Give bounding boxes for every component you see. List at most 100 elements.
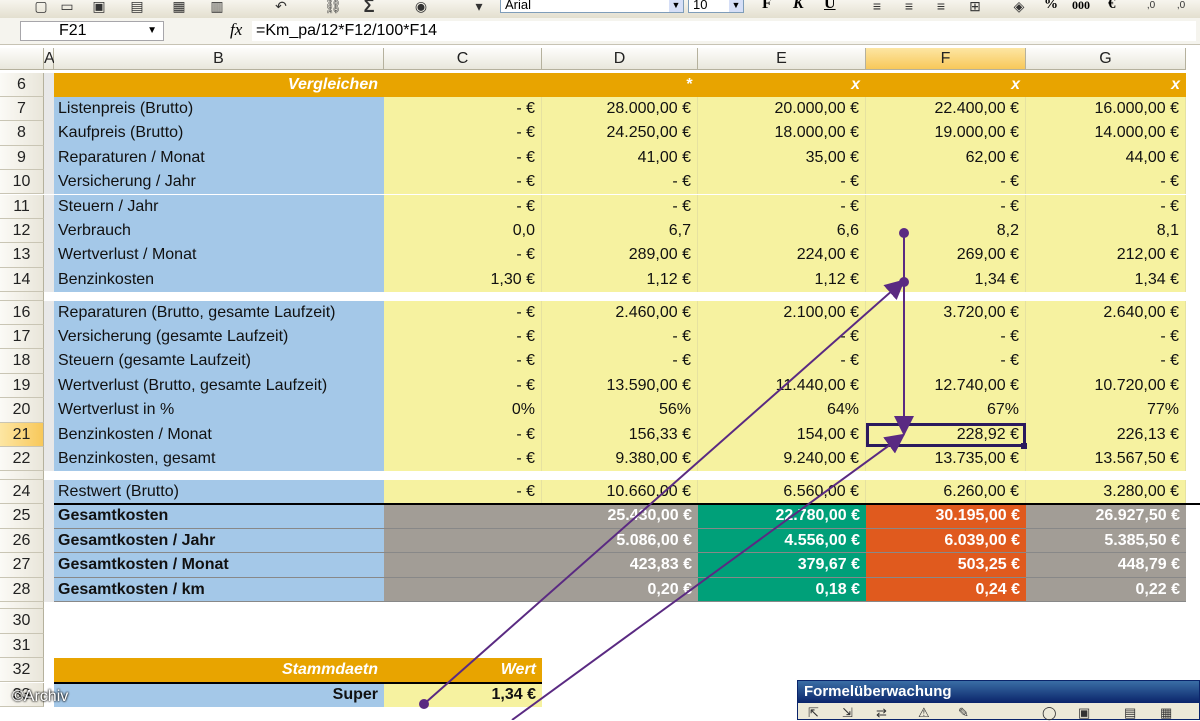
- insert-function-icon[interactable]: fx: [230, 20, 242, 40]
- font-name-select[interactable]: Arial ▼: [500, 0, 684, 13]
- cell-g19[interactable]: 10.720,00 €: [1026, 373, 1186, 399]
- cell-g6[interactable]: x: [1026, 72, 1186, 97]
- cell-b26[interactable]: Gesamtkosten / Jahr: [54, 528, 384, 554]
- cell-e26[interactable]: 4.556,00 €: [698, 528, 866, 554]
- cell-a16[interactable]: [44, 300, 54, 326]
- cell-e10[interactable]: - €: [698, 170, 866, 195]
- row-header[interactable]: 27: [0, 553, 44, 578]
- cell-f26[interactable]: 6.039,00 €: [866, 528, 1026, 554]
- cell-b17[interactable]: Versicherung (gesamte Laufzeit): [54, 325, 384, 350]
- row-header[interactable]: 13: [0, 243, 44, 268]
- chevron-down-icon[interactable]: ▼: [147, 22, 157, 40]
- cell-b6[interactable]: Vergleichen: [54, 72, 384, 97]
- cell-e6[interactable]: x: [698, 72, 866, 97]
- formula-watch-window[interactable]: Formelüberwachung ⇱ ⇲ ⇄ ⚠ ✎ ◯ ▣ ▤ ▦: [797, 680, 1200, 720]
- cell-e14[interactable]: 1,12 €: [698, 267, 866, 293]
- cell-d14[interactable]: 1,12 €: [542, 267, 698, 293]
- cell-f24[interactable]: 6.260,00 €: [866, 479, 1026, 505]
- row-header[interactable]: 9: [0, 145, 44, 171]
- cell-b9[interactable]: Reparaturen / Monat: [54, 145, 384, 171]
- print-icon[interactable]: ▤: [126, 0, 148, 16]
- cell-a26[interactable]: [44, 528, 54, 554]
- cell-a32[interactable]: [44, 658, 54, 683]
- cell-f22[interactable]: 13.735,00 €: [866, 447, 1026, 472]
- cell-c14[interactable]: 1,30 €: [384, 267, 542, 293]
- cell-g11[interactable]: - €: [1026, 194, 1186, 219]
- underline-button[interactable]: U: [824, 0, 836, 13]
- cell-b10[interactable]: Versicherung / Jahr: [54, 170, 384, 195]
- cell-d19[interactable]: 13.590,00 €: [542, 373, 698, 399]
- cell-c20[interactable]: 0%: [384, 398, 542, 423]
- row-header[interactable]: 30: [0, 609, 44, 634]
- cell-f16[interactable]: 3.720,00 €: [866, 300, 1026, 326]
- remove-arrows-icon[interactable]: ⇄: [876, 705, 887, 721]
- cell-c16[interactable]: - €: [384, 300, 542, 326]
- decrease-decimal-icon[interactable]: ,0: [1170, 0, 1192, 16]
- cell-c21[interactable]: - €: [384, 422, 542, 448]
- cell-b19[interactable]: Wertverlust (Brutto, gesamte Laufzeit): [54, 373, 384, 399]
- cell-d20[interactable]: 56%: [542, 398, 698, 423]
- cell-d25[interactable]: 25.430,00 €: [542, 504, 698, 529]
- cell-f12[interactable]: 8,2: [866, 218, 1026, 244]
- toolbar-options-icon[interactable]: ▾: [468, 0, 490, 16]
- cell-b20[interactable]: Wertverlust in %: [54, 398, 384, 423]
- cell-c27[interactable]: [384, 553, 542, 578]
- cell-g7[interactable]: 16.000,00 €: [1026, 96, 1186, 122]
- cell-c7[interactable]: - €: [384, 96, 542, 122]
- cell-c19[interactable]: - €: [384, 373, 542, 399]
- cell-a7[interactable]: [44, 96, 54, 122]
- cell-b31[interactable]: [54, 633, 384, 659]
- column-header-c[interactable]: C: [384, 48, 542, 70]
- cell-e18[interactable]: - €: [698, 349, 866, 374]
- cell-g10[interactable]: - €: [1026, 170, 1186, 195]
- cell-a12[interactable]: [44, 218, 54, 244]
- cell-d27[interactable]: 423,83 €: [542, 553, 698, 578]
- row-header[interactable]: 19: [0, 373, 44, 399]
- row-header[interactable]: 11: [0, 194, 44, 219]
- cell-b16[interactable]: Reparaturen (Brutto, gesamte Laufzeit): [54, 300, 384, 326]
- cell-f8[interactable]: 19.000,00 €: [866, 121, 1026, 146]
- cell-a31[interactable]: [44, 633, 54, 659]
- cell-d24[interactable]: 10.660,00 €: [542, 479, 698, 505]
- cell-f11[interactable]: - €: [866, 194, 1026, 219]
- align-right-icon[interactable]: ≡: [930, 0, 952, 16]
- trace-dependents-icon[interactable]: ⇲: [842, 705, 853, 721]
- cell-a20[interactable]: [44, 398, 54, 423]
- cell-f18[interactable]: - €: [866, 349, 1026, 374]
- cell-e11[interactable]: - €: [698, 194, 866, 219]
- row-header-collapsed[interactable]: [0, 601, 44, 610]
- merge-center-icon[interactable]: ⊞: [964, 0, 986, 16]
- cell-e16[interactable]: 2.100,00 €: [698, 300, 866, 326]
- name-box[interactable]: F21 ▼: [20, 21, 164, 41]
- cell-a27[interactable]: [44, 553, 54, 578]
- cell-d31[interactable]: [542, 633, 698, 659]
- cell-a28[interactable]: [44, 577, 54, 602]
- cut-icon[interactable]: ▥: [206, 0, 228, 16]
- align-center-icon[interactable]: ≡: [898, 0, 920, 16]
- cell-e7[interactable]: 20.000,00 €: [698, 96, 866, 122]
- cell-f30[interactable]: [866, 609, 1026, 634]
- cell-b21[interactable]: Benzinkosten / Monat: [54, 422, 384, 448]
- fill-handle[interactable]: [1021, 443, 1027, 450]
- autosum-icon[interactable]: Σ: [358, 0, 380, 16]
- cell-e28[interactable]: 0,18 €: [698, 577, 866, 602]
- cell-c6[interactable]: [384, 72, 542, 97]
- cell-d28[interactable]: 0,20 €: [542, 577, 698, 602]
- cell-g21[interactable]: 226,13 €: [1026, 422, 1186, 448]
- cell-d11[interactable]: - €: [542, 194, 698, 219]
- row-header[interactable]: 21: [0, 422, 44, 448]
- cell-e32[interactable]: [698, 658, 866, 683]
- cell-b27[interactable]: Gesamtkosten / Monat: [54, 553, 384, 578]
- cell-c12[interactable]: 0,0: [384, 218, 542, 244]
- percent-button[interactable]: %: [1044, 0, 1058, 13]
- cell-d8[interactable]: 24.250,00 €: [542, 121, 698, 146]
- increase-decimal-icon[interactable]: ,0: [1140, 0, 1162, 16]
- cell-e24[interactable]: 6.560,00 €: [698, 479, 866, 505]
- cell-e12[interactable]: 6,6: [698, 218, 866, 244]
- cell-b32[interactable]: Stammdaetn: [54, 658, 384, 683]
- cell-a19[interactable]: [44, 373, 54, 399]
- cell-f9[interactable]: 62,00 €: [866, 145, 1026, 171]
- cell-e13[interactable]: 224,00 €: [698, 243, 866, 268]
- cell-c30[interactable]: [384, 609, 542, 634]
- cell-g8[interactable]: 14.000,00 €: [1026, 121, 1186, 146]
